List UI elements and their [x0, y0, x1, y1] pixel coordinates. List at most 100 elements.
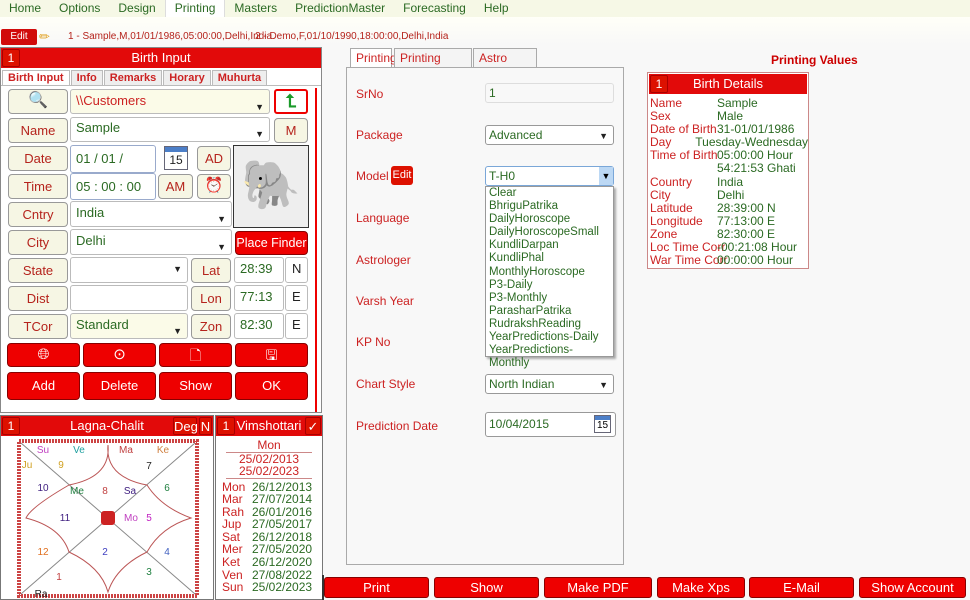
model-select[interactable]: T-H0: [485, 166, 614, 186]
latitude-input[interactable]: 28:39: [234, 257, 284, 283]
longitude-label[interactable]: Lon: [191, 286, 231, 311]
detail-key: [650, 162, 717, 175]
tab-info[interactable]: Info: [70, 70, 103, 85]
tab-remarks[interactable]: Remarks: [103, 70, 163, 85]
dropdown-option[interactable]: DailyHoroscope: [486, 213, 613, 226]
print-button[interactable]: Print: [324, 577, 429, 598]
srno-input[interactable]: 1: [485, 83, 614, 103]
upload-arrow-icon[interactable]: ⮤: [274, 89, 308, 114]
birth-details-title: Birth Details: [692, 76, 764, 91]
tab-birth-input[interactable]: Birth Input: [2, 70, 70, 85]
latitude-label[interactable]: Lat: [191, 258, 231, 283]
degree-button[interactable]: Deg: [173, 417, 198, 435]
district-input[interactable]: [70, 285, 188, 311]
latitude-direction[interactable]: N: [285, 257, 308, 283]
country-label[interactable]: Cntry: [8, 202, 68, 227]
era-button[interactable]: AD: [197, 146, 231, 171]
tab-astro-option[interactable]: Astro Option: [473, 48, 537, 83]
vimshottari-header: 1 Vimshottari ✓: [216, 416, 322, 436]
email-button[interactable]: E-Mail: [749, 577, 854, 598]
menu-forecasting[interactable]: Forecasting: [394, 0, 475, 17]
detail-key: Country: [650, 174, 693, 189]
dropdown-option[interactable]: Clear: [486, 187, 613, 200]
dropdown-option[interactable]: BhriguPatrika: [486, 200, 613, 213]
dropdown-option[interactable]: YearPredictions-Daily: [486, 331, 613, 344]
am-pm-button[interactable]: AM: [158, 174, 193, 199]
package-select[interactable]: Advanced: [485, 125, 614, 145]
north-button[interactable]: N: [199, 417, 212, 435]
date-label[interactable]: Date: [8, 146, 68, 171]
show-account-button[interactable]: Show Account: [859, 577, 966, 598]
new-document-icon[interactable]: 🗋: [159, 343, 232, 367]
place-finder-button[interactable]: Place Finder: [235, 231, 308, 255]
city-label[interactable]: City: [8, 230, 68, 255]
chart-style-label: Chart Style: [356, 377, 416, 391]
menu-options[interactable]: Options: [50, 0, 109, 17]
ok-button[interactable]: OK: [235, 372, 308, 400]
check-icon[interactable]: ✓: [305, 417, 321, 435]
alarm-clock-icon[interactable]: ⏰: [197, 174, 231, 199]
globe-icon[interactable]: 🌐︎: [7, 343, 80, 367]
ganesha-image: 🐘: [233, 145, 309, 228]
show-button[interactable]: Show: [159, 372, 232, 400]
date-input[interactable]: 01 / 01 / 1986: [70, 145, 156, 192]
country-select[interactable]: India: [70, 201, 232, 230]
zone-direction[interactable]: E: [285, 313, 308, 339]
time-correction-label[interactable]: TCor: [8, 314, 68, 339]
longitude-direction[interactable]: E: [285, 285, 308, 311]
district-label[interactable]: Dist: [8, 286, 68, 311]
menu-design[interactable]: Design: [109, 0, 164, 17]
add-button[interactable]: Add: [7, 372, 80, 400]
menu-home[interactable]: Home: [0, 0, 50, 17]
chart-style-select[interactable]: North Indian: [485, 374, 614, 394]
house-number: 2: [102, 547, 108, 558]
show-button[interactable]: Show: [434, 577, 539, 598]
longitude-input[interactable]: 77:13: [234, 285, 284, 311]
customers-folder-select[interactable]: \\Customers: [70, 89, 270, 118]
gender-button[interactable]: M: [274, 118, 308, 143]
target-icon[interactable]: ⊙: [83, 343, 156, 367]
menu-masters[interactable]: Masters: [225, 0, 286, 17]
model-edit-button[interactable]: Edit: [391, 166, 413, 185]
dropdown-option[interactable]: MonthlyHoroscope: [486, 266, 613, 279]
state-label[interactable]: State: [8, 258, 68, 283]
state-select[interactable]: [70, 257, 188, 283]
record-1-link[interactable]: 1 - Sample,M,01/01/1986,05:00:00,Delhi,I…: [68, 31, 272, 42]
edit-dob-button[interactable]: Edit DOB: [1, 29, 37, 58]
record-2-link[interactable]: 2 - Demo,F,01/10/1990,18:00:00,Delhi,Ind…: [255, 31, 448, 42]
dropdown-option[interactable]: P3-Daily: [486, 279, 613, 292]
dropdown-option[interactable]: KundliPhal: [486, 252, 613, 265]
save-disk-icon[interactable]: 🖫: [235, 343, 308, 367]
tab-horary[interactable]: Horary: [163, 70, 211, 85]
time-correction-select[interactable]: Standard: [70, 313, 188, 342]
house-number: 10: [37, 483, 49, 494]
tab-printing-options[interactable]: Printing Options: [394, 48, 472, 83]
calendar-icon[interactable]: 15: [164, 146, 188, 170]
dropdown-option[interactable]: KundliDarpan: [486, 239, 613, 252]
zone-input[interactable]: 82:30: [234, 313, 284, 339]
calendar-icon[interactable]: 15: [594, 415, 611, 433]
name-input[interactable]: Sample: [70, 117, 270, 144]
time-label[interactable]: Time: [8, 174, 68, 199]
dropdown-option[interactable]: YearPredictions-Monthly: [486, 344, 613, 370]
make-xps-button[interactable]: Make Xps: [657, 577, 745, 598]
menu-printing[interactable]: Printing: [164, 0, 226, 17]
tab-muhurta[interactable]: Muhurta: [211, 70, 268, 85]
chevron-down-icon[interactable]: ▼: [599, 167, 613, 185]
antardasha-row[interactable]: Sun 25/02/2023: [216, 581, 322, 594]
search-customer-button[interactable]: 🔍: [8, 89, 68, 114]
menu-predictionmaster[interactable]: PredictionMaster: [286, 0, 394, 17]
tab-printing[interactable]: Printing: [350, 48, 397, 68]
dropdown-option[interactable]: DailyHoroscopeSmall: [486, 226, 613, 239]
dropdown-option[interactable]: P3-Monthly: [486, 292, 613, 305]
delete-button[interactable]: Delete: [83, 372, 156, 400]
menu-help[interactable]: Help: [475, 0, 518, 17]
zone-label[interactable]: Zon: [191, 314, 231, 339]
dropdown-option[interactable]: ParasharPatrika: [486, 305, 613, 318]
name-label[interactable]: Name: [8, 118, 68, 143]
make-pdf-button[interactable]: Make PDF: [544, 577, 652, 598]
dropdown-option[interactable]: RudrakshReading: [486, 318, 613, 331]
city-select[interactable]: Delhi: [70, 229, 232, 258]
time-input[interactable]: 05 : 00 : 00: [70, 173, 156, 200]
pencil-icon[interactable]: ✏: [39, 29, 50, 45]
